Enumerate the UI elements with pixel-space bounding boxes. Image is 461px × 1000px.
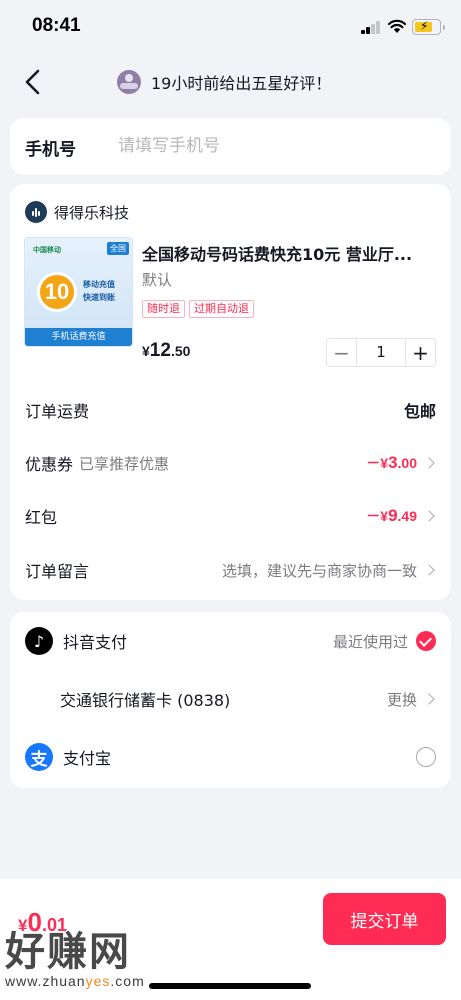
payment-douyin-row[interactable]: ♪ 抖音支付 最近使用过: [25, 626, 436, 656]
product-image[interactable]: 中国移动 全国 10 移动充值 快速到账 手机话费充值: [24, 237, 133, 347]
coupon-value-int: 3: [388, 453, 398, 472]
chevron-right-icon: [423, 510, 435, 522]
coupon-value-sign: －¥: [366, 455, 389, 471]
quantity-value[interactable]: 1: [357, 339, 405, 366]
redpacket-value: －¥9.49: [366, 506, 417, 526]
bank-card-label: 交通银行储蓄卡 (0838): [60, 691, 231, 710]
product-image-logo: 中国移动: [33, 246, 61, 254]
avatar: [117, 70, 141, 94]
coupon-sub: 已享推荐优惠: [79, 454, 170, 473]
message-row[interactable]: 订单留言 选填，建议先与商家协商一致: [25, 558, 436, 582]
phone-label: 手机号: [25, 140, 76, 160]
payment-card: ♪ 抖音支付 最近使用过 交通银行储蓄卡 (0838) 更换 支 支付宝: [10, 612, 451, 788]
price-int: 12: [149, 340, 171, 361]
watermark-logo: 好赚网: [5, 928, 131, 975]
product-title: 全国移动号码话费快充10元 营业厅...: [142, 245, 413, 264]
price-dec: .50: [170, 343, 191, 359]
watermark: 好赚网 www.zhuanyes.com: [5, 919, 145, 989]
minus-button[interactable]: −: [327, 339, 357, 366]
product-image-coin: 10: [37, 272, 77, 312]
status-time: 08:41: [32, 15, 81, 36]
home-indicator: [149, 983, 311, 989]
tag-auto-refund: 过期自动退: [189, 300, 254, 318]
product-tags: 随时退 过期自动退: [142, 300, 254, 318]
redpacket-value-dec: .49: [397, 508, 417, 524]
shop-row[interactable]: 得得乐科技: [25, 201, 129, 223]
redpacket-value-int: 9: [388, 506, 398, 525]
status-bar: 08:41 ⚡: [0, 0, 461, 54]
nav-title: 19小时前给出五星好评！: [151, 74, 332, 93]
product-image-corner: 全国: [107, 242, 129, 255]
battery-icon: ⚡: [412, 19, 445, 35]
coupon-row[interactable]: 优惠券 已享推荐优惠 －¥3.00: [25, 451, 436, 475]
tag-refund-anytime: 随时退: [142, 300, 185, 318]
product-price: ¥12.50: [142, 340, 190, 362]
back-icon[interactable]: [22, 68, 46, 96]
message-label: 订单留言: [25, 562, 90, 581]
product-image-bottom: 手机话费充值: [25, 328, 132, 346]
chevron-right-icon: [423, 457, 435, 469]
selected-check-icon[interactable]: [416, 631, 436, 651]
coupon-value-dec: .00: [397, 455, 417, 471]
coupon-value: －¥3.00: [366, 453, 417, 473]
product-spec: 默认: [142, 271, 173, 289]
shipping-label: 订单运费: [25, 402, 90, 421]
shipping-value: 包邮: [403, 402, 436, 421]
nav-bar: 19小时前给出五星好评！: [0, 54, 461, 110]
phone-input[interactable]: [118, 131, 438, 161]
product-image-caption-line1: 移动充值: [83, 280, 115, 289]
alipay-label: 支付宝: [63, 749, 112, 768]
redpacket-value-sign: －¥: [366, 508, 389, 524]
plus-button[interactable]: +: [405, 339, 435, 366]
product-image-caption-line2: 快速到账: [83, 293, 115, 302]
message-hint: 选填，建议先与商家协商一致: [221, 561, 417, 580]
product-image-caption: 移动充值 快速到账: [83, 278, 115, 304]
douyin-icon: ♪: [25, 627, 53, 655]
chevron-right-icon: [423, 564, 435, 576]
shop-name: 得得乐科技: [54, 203, 130, 222]
wifi-icon: [387, 19, 407, 33]
payment-alipay-row[interactable]: 支 支付宝: [25, 742, 436, 772]
payment-bank-row[interactable]: 交通银行储蓄卡 (0838) 更换: [25, 684, 436, 714]
change-card-link[interactable]: 更换: [387, 689, 417, 710]
douyin-pay-label: 抖音支付: [63, 633, 128, 652]
redpacket-label: 红包: [25, 508, 58, 527]
order-card: 得得乐科技 中国移动 全国 10 移动充值 快速到账 手机话费充值 全国移动号码…: [10, 184, 451, 600]
chevron-right-icon: [423, 693, 435, 705]
signal-icon: [361, 21, 381, 34]
quantity-stepper: − 1 +: [326, 338, 436, 367]
radio-unselected[interactable]: [416, 747, 436, 767]
shipping-row: 订单运费 包邮: [25, 398, 436, 422]
submit-order-button[interactable]: 提交订单: [323, 893, 446, 945]
shop-logo-icon: [25, 201, 47, 223]
redpacket-row[interactable]: 红包 －¥9.49: [25, 504, 436, 528]
alipay-icon: 支: [25, 743, 53, 771]
bottom-bar: ¥0.01 提交订单 好赚网 www.zhuanyes.com: [0, 879, 461, 1000]
nav-review-banner: 19小时前给出五星好评！: [117, 68, 331, 96]
price-symbol: ¥: [142, 343, 150, 359]
douyin-pay-hint: 最近使用过: [332, 632, 408, 651]
coupon-label: 优惠券: [25, 455, 74, 474]
phone-card: 手机号: [10, 118, 451, 175]
